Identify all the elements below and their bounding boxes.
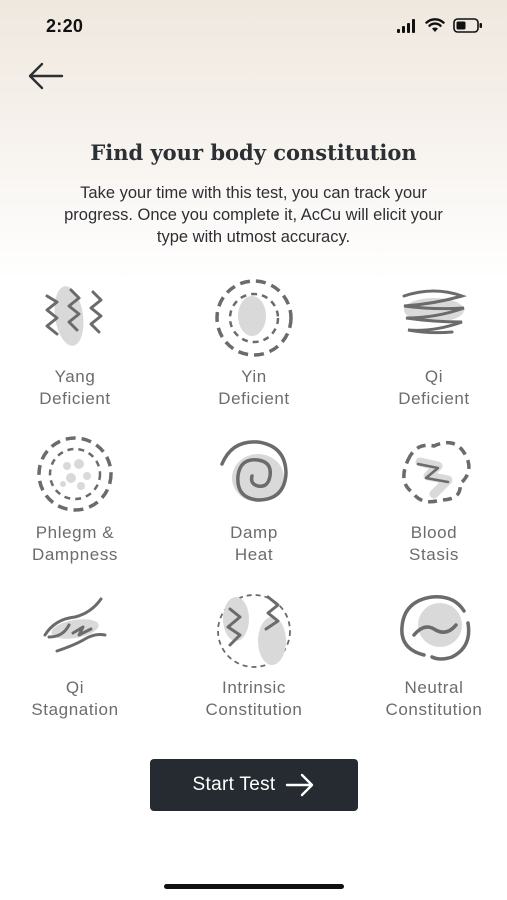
constitution-label: Qi Stagnation [31, 678, 119, 719]
arrow-left-icon [28, 62, 64, 90]
constitution-label: Phlegm & Dampness [31, 523, 119, 564]
constitution-phlegm-dampness[interactable]: Phlegm & Dampness [0, 434, 150, 574]
wifi-icon [425, 18, 445, 32]
yin-deficient-icon [215, 279, 293, 357]
constitution-yang-deficient[interactable]: Yang Deficient [0, 278, 150, 418]
qi-deficient-icon [402, 289, 467, 335]
status-bar: 2:20 [0, 0, 507, 52]
damp-heat-icon [220, 440, 288, 502]
constitution-intrinsic-constitution[interactable]: Intrinsic Constitution [179, 589, 329, 729]
signal-icon [397, 18, 415, 33]
arrow-right-icon [286, 773, 314, 797]
back-button[interactable] [22, 56, 68, 96]
constitution-qi-deficient[interactable]: Qi Deficient [359, 278, 507, 418]
blood-stasis-icon [402, 440, 471, 504]
constitution-label: Blood Stasis [409, 523, 459, 564]
constitution-blood-stasis[interactable]: Blood Stasis [359, 434, 507, 574]
phlegm-dampness-icon [37, 436, 113, 512]
constitution-label: Damp Heat [230, 523, 278, 564]
constitution-label: Yin Deficient [218, 367, 290, 408]
page-title: Find your body constitution [90, 140, 417, 165]
constitution-qi-stagnation[interactable]: Qi Stagnation [0, 589, 150, 729]
yang-deficient-icon [45, 286, 103, 346]
start-test-button[interactable]: Start Test [150, 759, 358, 811]
constitution-label: Intrinsic Constitution [205, 678, 303, 719]
constitution-label: Yang Deficient [39, 367, 111, 408]
intrinsic-constitution-icon [217, 594, 291, 668]
start-test-label: Start Test [192, 774, 276, 795]
constitution-label: Neutral Constitution [385, 678, 483, 719]
neutral-constitution-icon [400, 595, 471, 661]
status-icons [397, 18, 483, 33]
constitution-label: Qi Deficient [398, 367, 470, 408]
constitution-neutral-constitution[interactable]: Neutral Constitution [359, 589, 507, 729]
qi-stagnation-icon [43, 597, 107, 653]
constitution-damp-heat[interactable]: Damp Heat [179, 434, 329, 574]
status-time: 2:20 [46, 16, 84, 36]
page-subtitle: Take your time with this test, you can t… [64, 184, 443, 246]
home-indicator [164, 884, 344, 889]
constitution-yin-deficient[interactable]: Yin Deficient [179, 278, 329, 418]
battery-icon [453, 18, 482, 33]
